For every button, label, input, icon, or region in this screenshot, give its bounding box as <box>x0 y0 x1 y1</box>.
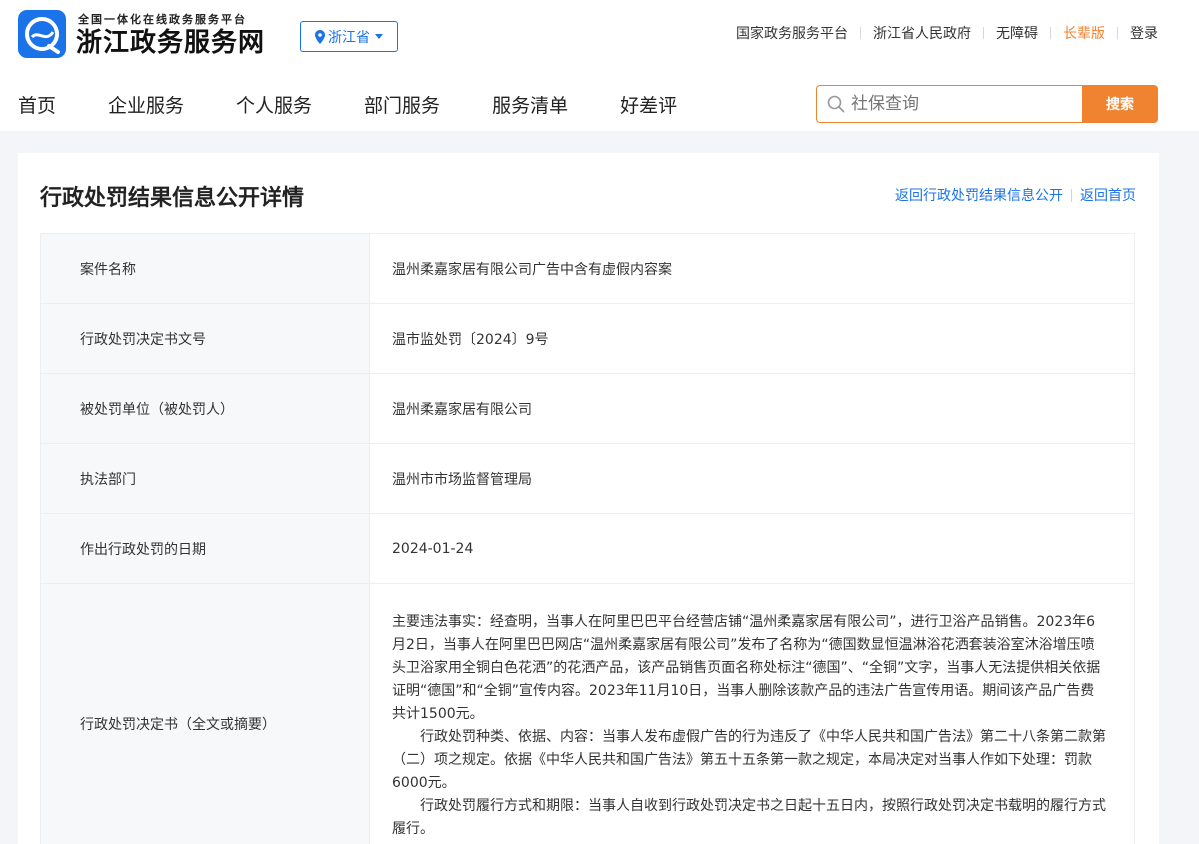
region-label: 浙江省 <box>328 29 370 46</box>
nav-rating[interactable]: 好差评 <box>620 92 677 120</box>
page-title: 行政处罚结果信息公开详情 <box>40 186 305 211</box>
nav-home[interactable]: 首页 <box>18 92 56 120</box>
location-pin-icon <box>315 29 325 44</box>
row-value: 2024-01-24 <box>369 513 1135 584</box>
logo-subtitle: 全国一体化在线政务服务平台 <box>78 13 247 26</box>
site-logo[interactable]: 全国一体化在线政务服务平台 浙江政务服务网 <box>18 10 278 62</box>
back-to-home-link[interactable]: 返回首页 <box>1080 185 1136 205</box>
region-selector[interactable]: 浙江省 <box>300 21 398 52</box>
divider <box>1071 188 1072 202</box>
paragraph-fulfillment: 行政处罚履行方式和期限：当事人自收到行政处罚决定书之日起十五日内，按照行政处罚决… <box>392 797 1106 837</box>
nav-department-services[interactable]: 部门服务 <box>364 92 440 120</box>
nav-personal-services[interactable]: 个人服务 <box>236 92 312 120</box>
nav-service-list[interactable]: 服务清单 <box>492 92 568 120</box>
divider <box>983 27 984 39</box>
top-links: 国家政务服务平台 浙江省人民政府 无障碍 长辈版 登录 <box>736 24 1158 42</box>
site-header: 全国一体化在线政务服务平台 浙江政务服务网 浙江省 国家政务服务平台 浙江省人民… <box>0 0 1199 131</box>
caret-down-icon <box>375 34 383 39</box>
search-bar: 搜索 <box>816 85 1158 123</box>
row-value: 温市监处罚〔2024〕9号 <box>369 303 1135 374</box>
row-label: 作出行政处罚的日期 <box>40 513 370 584</box>
table-row: 执法部门 温州市市场监督管理局 <box>40 443 1135 514</box>
row-label: 执法部门 <box>40 443 370 514</box>
divider <box>860 27 861 39</box>
row-value: 温州柔嘉家居有限公司广告中含有虚假内容案 <box>369 233 1135 304</box>
row-label: 行政处罚决定书（全文或摘要） <box>40 583 370 844</box>
table-row: 行政处罚决定书文号 温市监处罚〔2024〕9号 <box>40 303 1135 374</box>
paragraph-penalty: 行政处罚种类、依据、内容：当事人发布虚假广告的行为违反了《中华人民共和国广告法》… <box>392 728 1106 791</box>
divider <box>1050 27 1051 39</box>
row-value: 温州柔嘉家居有限公司 <box>369 373 1135 444</box>
link-elder-version[interactable]: 长辈版 <box>1063 23 1105 43</box>
paragraph-facts: 主要违法事实：经查明，当事人在阿里巴巴平台经营店铺“温州柔嘉家居有限公司”，进行… <box>392 613 1101 722</box>
card-links: 返回行政处罚结果信息公开 返回首页 <box>895 185 1136 205</box>
decision-text: 主要违法事实：经查明，当事人在阿里巴巴平台经营店铺“温州柔嘉家居有限公司”，进行… <box>369 583 1135 844</box>
main-nav: 首页 企业服务 个人服务 部门服务 服务清单 好差评 <box>18 92 729 120</box>
link-provincial-government[interactable]: 浙江省人民政府 <box>873 23 971 43</box>
table-row-decision: 行政处罚决定书（全文或摘要） 主要违法事实：经查明，当事人在阿里巴巴平台经营店铺… <box>40 583 1135 844</box>
back-to-list-link[interactable]: 返回行政处罚结果信息公开 <box>895 185 1063 205</box>
table-row: 作出行政处罚的日期 2024-01-24 <box>40 513 1135 584</box>
detail-card: 行政处罚结果信息公开详情 返回行政处罚结果信息公开 返回首页 案件名称 温州柔嘉… <box>18 153 1159 844</box>
link-accessibility[interactable]: 无障碍 <box>996 23 1038 43</box>
row-value: 温州市市场监督管理局 <box>369 443 1135 514</box>
search-icon <box>827 95 845 113</box>
row-label: 被处罚单位（被处罚人） <box>40 373 370 444</box>
divider <box>1117 27 1118 39</box>
table-row: 案件名称 温州柔嘉家居有限公司广告中含有虚假内容案 <box>40 233 1135 304</box>
table-row: 被处罚单位（被处罚人） 温州柔嘉家居有限公司 <box>40 373 1135 444</box>
link-national-platform[interactable]: 国家政务服务平台 <box>736 23 848 43</box>
link-login[interactable]: 登录 <box>1130 23 1158 43</box>
nav-enterprise-services[interactable]: 企业服务 <box>108 92 184 120</box>
search-input[interactable] <box>851 94 1071 114</box>
penalty-info-table: 案件名称 温州柔嘉家居有限公司广告中含有虚假内容案 行政处罚决定书文号 温市监处… <box>40 233 1135 844</box>
row-label: 案件名称 <box>40 233 370 304</box>
search-button[interactable]: 搜索 <box>1082 85 1158 123</box>
zhejiang-logo-icon <box>18 10 66 58</box>
logo-title: 浙江政务服务网 <box>76 28 266 58</box>
row-label: 行政处罚决定书文号 <box>40 303 370 374</box>
search-box <box>816 85 1082 123</box>
